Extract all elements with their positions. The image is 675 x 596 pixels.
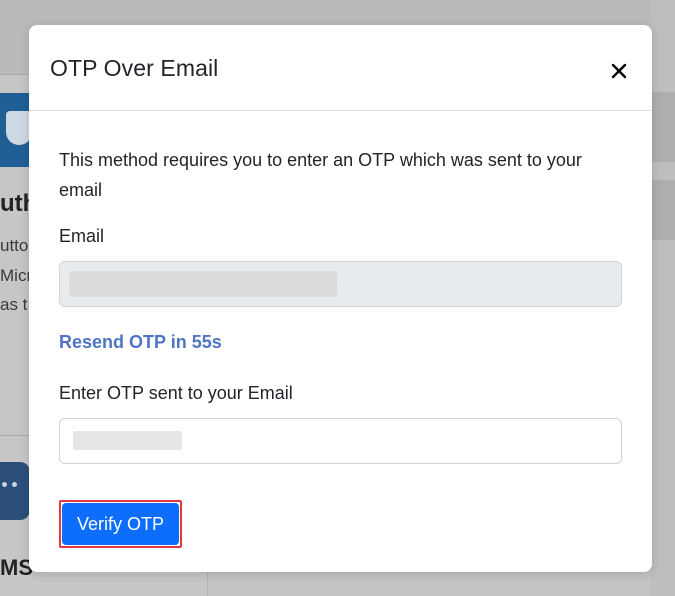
background-card-line: Micr xyxy=(0,266,33,285)
verify-otp-button[interactable]: Verify OTP xyxy=(62,503,179,545)
email-label: Email xyxy=(59,226,105,246)
chat-dot xyxy=(12,482,17,487)
email-field[interactable] xyxy=(59,261,622,307)
background-right-column xyxy=(651,0,675,596)
background-card-line: as t xyxy=(0,295,28,314)
otp-email-modal: OTP Over Email This method requires you … xyxy=(29,25,652,572)
otp-label: Enter OTP sent to your Email xyxy=(59,383,293,403)
background-card-line: utto xyxy=(0,236,29,255)
modal-header: OTP Over Email xyxy=(29,25,652,111)
otp-input[interactable] xyxy=(59,418,622,464)
sms-chat-icon xyxy=(0,462,30,520)
background-right-block xyxy=(651,92,675,162)
chat-dot xyxy=(2,482,7,487)
resend-otp-link[interactable]: Resend OTP in 55s xyxy=(59,332,222,353)
modal-title: OTP Over Email xyxy=(50,55,219,81)
close-button[interactable] xyxy=(607,59,631,83)
close-icon xyxy=(611,63,627,79)
modal-description: This method requires you to enter an OTP… xyxy=(59,150,582,200)
background-right-block xyxy=(651,180,675,240)
